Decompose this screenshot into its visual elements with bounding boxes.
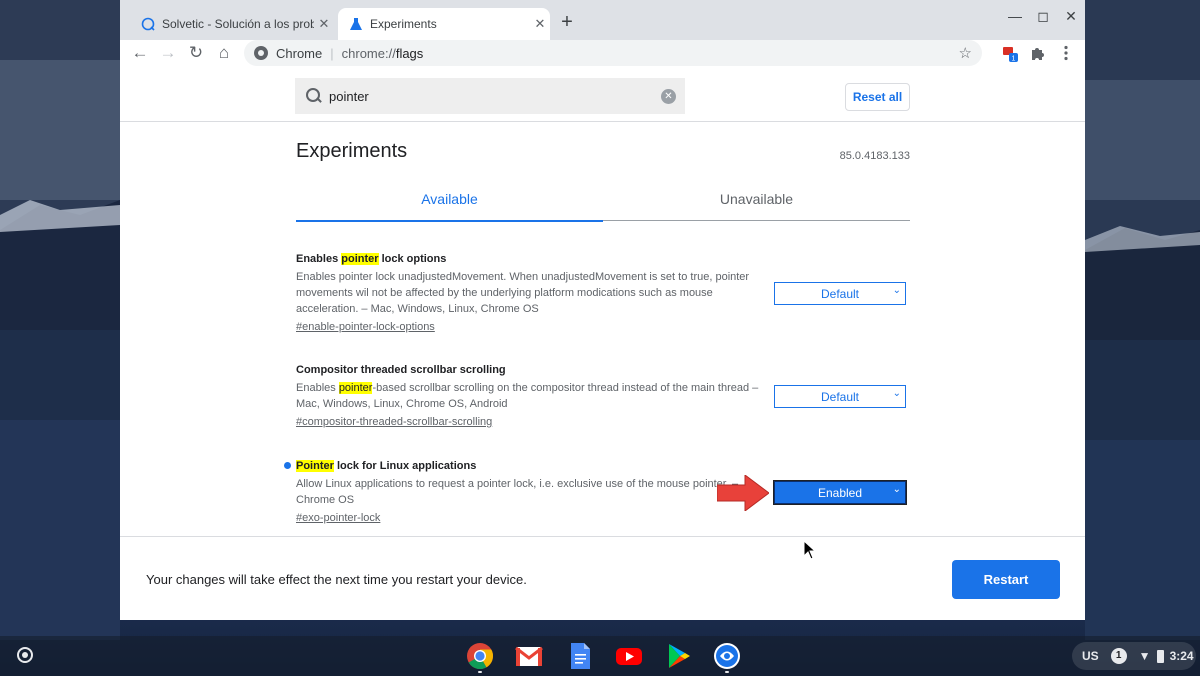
flags-header: pointer ✕ Reset all — [120, 67, 1085, 122]
search-flags-box[interactable]: pointer ✕ — [295, 78, 685, 114]
youtube-icon[interactable] — [614, 641, 644, 671]
browser-toolbar: ← → ↻ ⌂ Chrome | chrome:// flags ☆ 1 — [120, 40, 1085, 67]
chrome-page-icon — [254, 46, 268, 60]
experiment-permalink[interactable]: #exo-pointer-lock — [296, 510, 380, 526]
select-value: Default — [820, 389, 860, 404]
new-tab-button[interactable]: + — [556, 11, 578, 34]
gmail-icon[interactable] — [514, 641, 544, 671]
reset-all-button[interactable]: Reset all — [845, 83, 910, 111]
launcher-icon[interactable] — [17, 647, 33, 663]
maximize-button[interactable]: ◻ — [1030, 8, 1056, 25]
experiment-description: Enables pointer lock unadjustedMovement.… — [296, 271, 750, 315]
tab-strip: Solvetic - Solución a los problem ✕ Expe… — [120, 0, 1085, 40]
home-button[interactable]: ⌂ — [212, 41, 236, 65]
minimize-button[interactable]: — — [1002, 8, 1028, 24]
solvetic-favicon-icon — [140, 16, 156, 32]
wallpaper-right — [1085, 0, 1200, 640]
solvetic-icon[interactable] — [712, 641, 742, 671]
back-button[interactable]: ← — [128, 41, 152, 65]
experiment-state-select[interactable]: Default ⌄ — [774, 282, 906, 305]
restart-notice: Your changes will take effect the next t… — [146, 572, 527, 587]
experiment-name: Pointer lock for Linux applications — [296, 460, 477, 472]
flags-content: Experiments 85.0.4183.133 Available Unav… — [120, 123, 1085, 536]
tab-available[interactable]: Available — [296, 184, 603, 222]
experiment-name: Compositor threaded scrollbar scrolling — [296, 364, 506, 376]
omnibox-separator: | — [330, 45, 334, 61]
play-store-icon[interactable] — [663, 641, 693, 671]
bookmark-star-icon[interactable]: ☆ — [959, 44, 972, 62]
experiment-item: Compositor threaded scrollbar scrolling … — [296, 363, 910, 430]
chevron-down-icon: ⌄ — [892, 484, 901, 495]
chrome-icon[interactable] — [465, 641, 495, 671]
version-label: 85.0.4183.133 — [839, 150, 910, 162]
forward-button[interactable]: → — [156, 41, 180, 65]
url-scheme: chrome:// — [341, 45, 396, 61]
experiment-description: Enables pointer-based scrollbar scrollin… — [296, 382, 759, 410]
select-value: Default — [820, 286, 860, 301]
mountain-landscape-right — [1085, 0, 1200, 640]
modified-indicator-dot — [284, 462, 291, 469]
flask-icon — [348, 16, 364, 32]
site-label: Chrome — [276, 45, 323, 61]
extensions-puzzle-icon[interactable] — [1028, 43, 1048, 63]
tab-title: Experiments — [370, 17, 437, 31]
search-highlight: pointer — [341, 253, 379, 265]
mountain-landscape — [0, 0, 120, 640]
wifi-icon: ▼ — [1138, 649, 1151, 663]
experiment-state-select[interactable]: Default ⌄ — [774, 385, 906, 408]
extension-badge-icon[interactable]: 1 — [1000, 43, 1020, 63]
notification-count-badge: 1 — [1110, 648, 1127, 664]
select-value: Enabled — [817, 485, 863, 500]
wallpaper-left — [0, 0, 120, 640]
experiment-item: Enables pointer lock options Enables poi… — [296, 252, 910, 335]
experiment-item-modified: Pointer lock for Linux applications Allo… — [284, 459, 910, 526]
url-host: flags — [395, 45, 424, 61]
docs-icon[interactable] — [565, 641, 595, 671]
kebab-menu-icon[interactable] — [1056, 43, 1076, 63]
search-highlight: pointer — [338, 382, 373, 394]
restart-bar: Your changes will take effect the next t… — [120, 536, 1085, 620]
search-input[interactable]: pointer — [329, 89, 661, 104]
tab-title: Solvetic - Solución a los problem — [162, 17, 314, 31]
experiment-description: Allow Linux applications to request a po… — [296, 478, 739, 506]
battery-icon — [1156, 649, 1164, 663]
restart-button[interactable]: Restart — [952, 560, 1060, 599]
clear-search-icon[interactable]: ✕ — [661, 88, 676, 104]
flags-tabs: Available Unavailable — [296, 184, 910, 222]
input-method-label: US — [1082, 649, 1099, 663]
chevron-down-icon: ⌄ — [892, 285, 901, 296]
close-window-button[interactable]: ✕ — [1058, 8, 1084, 25]
close-tab-icon[interactable]: ✕ — [530, 16, 550, 32]
search-highlight: Pointer — [296, 460, 334, 472]
extension-badge-count: 1 — [1012, 56, 1016, 63]
page-title: Experiments — [296, 140, 408, 162]
reload-button[interactable]: ↻ — [184, 41, 208, 65]
experiment-permalink[interactable]: #enable-pointer-lock-options — [296, 319, 435, 335]
experiment-permalink[interactable]: #compositor-threaded-scrollbar-scrolling — [296, 414, 492, 430]
chevron-down-icon: ⌄ — [892, 388, 901, 399]
tab-experiments[interactable]: Experiments ✕ — [338, 8, 550, 40]
running-indicator — [478, 671, 482, 673]
chromeos-shelf: US 1 ▼ 3:24 — [0, 636, 1200, 676]
address-bar[interactable]: Chrome | chrome:// flags ☆ — [244, 40, 982, 66]
mouse-cursor-icon — [803, 540, 817, 560]
status-tray[interactable]: US 1 ▼ 3:24 — [1072, 642, 1196, 670]
experiment-state-select[interactable]: Enabled ⌄ — [774, 481, 906, 504]
experiment-name: Enables pointer lock options — [296, 253, 447, 265]
annotation-arrow-icon — [717, 475, 769, 511]
tab-unavailable[interactable]: Unavailable — [603, 184, 910, 220]
browser-window: Solvetic - Solución a los problem ✕ Expe… — [120, 0, 1085, 620]
close-tab-icon[interactable]: ✕ — [314, 16, 334, 32]
running-indicator — [725, 671, 729, 673]
search-icon — [305, 87, 323, 105]
tab-solvetic[interactable]: Solvetic - Solución a los problem ✕ — [134, 8, 334, 40]
clock: 3:24 — [1169, 649, 1194, 663]
